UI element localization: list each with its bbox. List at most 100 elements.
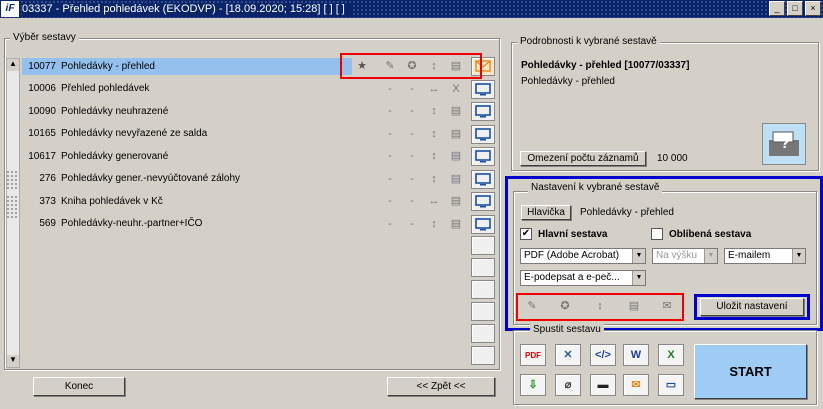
list-item[interactable]: 373 Kniha pohledávek v Kč - - ↔ ▤ — [22, 191, 496, 211]
orientation-icon[interactable]: ↕ — [426, 148, 442, 164]
format-icon[interactable]: X — [448, 81, 464, 97]
format-icon[interactable]: ▤ — [448, 126, 464, 142]
tools-icon[interactable]: ✕ — [555, 344, 581, 366]
empty-slot — [471, 324, 495, 343]
orientation-icon[interactable]: ↕ — [426, 171, 442, 187]
report-name: Přehled pohledávek — [61, 83, 150, 94]
email-icon[interactable]: ✉ — [623, 374, 649, 396]
monitor-icon[interactable] — [471, 102, 495, 121]
monitor-icon[interactable] — [471, 192, 495, 211]
drag-handle[interactable] — [6, 170, 18, 190]
limit-value: 10 000 — [657, 153, 688, 164]
pdf-export-icon[interactable]: PDF — [520, 344, 546, 366]
format-icon[interactable]: ▤ — [448, 103, 464, 119]
details-label: Podrobnosti k vybrané sestavě — [517, 36, 660, 47]
report-code: 569 — [39, 218, 56, 229]
monitor-icon[interactable] — [471, 147, 495, 166]
dash-placeholder: - — [388, 105, 392, 117]
limit-records-button[interactable]: Omezení počtu záznamů — [520, 151, 646, 166]
back-button[interactable]: << Zpět << — [387, 377, 495, 396]
minimize-button[interactable]: _ — [769, 1, 785, 16]
scroll-up-icon[interactable]: ▲ — [7, 59, 19, 71]
dash-placeholder: - — [388, 172, 392, 185]
orientation-icon[interactable]: ↔ — [426, 81, 442, 97]
dash-placeholder: - — [388, 217, 392, 230]
dash-placeholder: - — [388, 82, 392, 95]
title-bar: iF 03337 - Přehled pohledávek (EKODVP) -… — [0, 0, 823, 18]
printer-help-icon[interactable]: ? — [762, 123, 806, 165]
orientation-icon[interactable]: ↕ — [426, 103, 442, 119]
orientation-icon[interactable]: ↔ — [426, 193, 442, 209]
format-icon[interactable]: ▤ — [448, 148, 464, 164]
start-button[interactable]: START — [694, 344, 807, 399]
list-item[interactable]: 276 Pohledávky gener.-nevyúčtované zálohy… — [22, 169, 496, 189]
report-selection-label: Výběr sestavy — [10, 32, 79, 43]
report-name: Pohledávky generované — [61, 150, 169, 162]
report-code: 10006 — [28, 83, 56, 94]
report-name: Pohledávky neuhrazené — [61, 105, 169, 117]
dash-placeholder: - — [410, 217, 414, 230]
report-code: 10077 — [28, 60, 56, 72]
empty-slot — [471, 302, 495, 321]
empty-slot — [471, 236, 495, 255]
orientation-icon[interactable]: ↕ — [426, 126, 442, 142]
highlight-red-row — [340, 53, 482, 79]
word-icon[interactable]: W — [623, 344, 649, 366]
code-text: </> — [595, 349, 611, 361]
monitor-icon[interactable]: ▭ — [658, 374, 684, 396]
dash-placeholder: - — [388, 150, 392, 162]
report-code: 10090 — [28, 105, 56, 117]
pdf-text: PDF — [525, 351, 541, 360]
close-button[interactable]: × — [805, 1, 821, 16]
app-logo: iF — [1, 1, 19, 17]
word-text: W — [630, 349, 642, 361]
list-item[interactable]: 10090 Pohledávky neuhrazené - - ↕ ▤ — [22, 101, 496, 121]
scroll-down-icon[interactable]: ▼ — [7, 355, 19, 367]
window-title: 03337 - Přehled pohledávek (EKODVP) - [1… — [22, 3, 351, 15]
report-name: Pohledávky-neuhr.-partner+IČO — [61, 218, 203, 229]
svg-text:?: ? — [780, 135, 790, 152]
empty-slot — [471, 258, 495, 277]
monitor-icon[interactable] — [471, 214, 495, 234]
report-name: Pohledávky nevyřazené ze salda — [61, 128, 208, 139]
format-icon[interactable]: ▤ — [448, 193, 464, 209]
dash-placeholder: - — [388, 127, 392, 140]
dash-placeholder: - — [410, 82, 414, 95]
report-name: Pohledávky gener.-nevyúčtované zálohy — [61, 173, 241, 184]
report-code: 10165 — [28, 128, 56, 139]
print-icon[interactable]: ▬ — [590, 374, 616, 396]
report-code: 10617 — [28, 150, 56, 162]
attachment-icon[interactable]: ⌀ — [555, 374, 581, 396]
maximize-button[interactable]: □ — [787, 1, 803, 16]
run-label: Spustit sestavu — [530, 324, 604, 335]
list-item[interactable]: 10165 Pohledávky nevyřazené ze salda - - ↕ ▤ — [22, 124, 496, 144]
list-item[interactable]: 10617 Pohledávky generované - - ↕ ▤ — [22, 146, 496, 166]
excel-text: X — [667, 349, 675, 361]
highlight-blue-settings — [505, 176, 823, 331]
dash-placeholder: - — [410, 195, 414, 207]
orientation-icon[interactable]: ↕ — [426, 216, 442, 232]
dash-placeholder: - — [410, 150, 414, 162]
empty-slot — [471, 346, 495, 365]
code-icon[interactable]: </> — [590, 344, 616, 366]
excel-icon[interactable]: X — [658, 344, 684, 366]
monitor-icon[interactable] — [471, 124, 495, 144]
details-title: Pohledávky - přehled [10077/03337] — [521, 60, 690, 71]
report-name: Pohledávky - přehled — [61, 60, 155, 72]
list-item[interactable]: 10006 Přehled pohledávek - - ↔ X — [22, 79, 496, 99]
report-code: 373 — [39, 195, 56, 207]
report-code: 276 — [39, 173, 56, 184]
monitor-icon[interactable] — [471, 79, 495, 99]
list-item[interactable]: 569 Pohledávky-neuhr.-partner+IČO - - ↕ ▤ — [22, 214, 496, 234]
dash-placeholder: - — [410, 172, 414, 185]
report-name: Kniha pohledávek v Kč — [61, 195, 163, 207]
format-icon[interactable]: ▤ — [448, 171, 464, 187]
dash-placeholder: - — [410, 105, 414, 117]
format-icon[interactable]: ▤ — [448, 216, 464, 232]
details-subtitle: Pohledávky - přehled — [521, 76, 615, 87]
end-button[interactable]: Konec — [33, 377, 125, 396]
dash-placeholder: - — [410, 127, 414, 140]
download-icon[interactable]: ⇩ — [520, 374, 546, 396]
monitor-icon[interactable] — [471, 169, 495, 189]
drag-handle[interactable] — [6, 195, 18, 219]
